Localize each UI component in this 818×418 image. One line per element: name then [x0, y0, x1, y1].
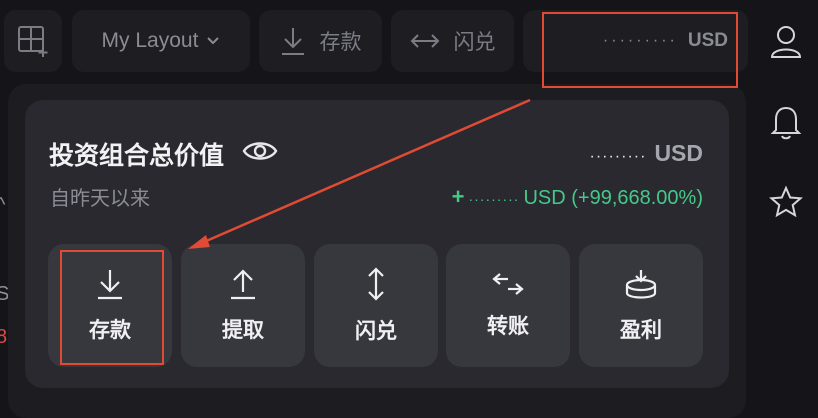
annotation-arrow	[188, 98, 531, 249]
page: My Layout 存款 闪兑 ········· USD ^ S 8 投资组合…	[0, 0, 818, 418]
